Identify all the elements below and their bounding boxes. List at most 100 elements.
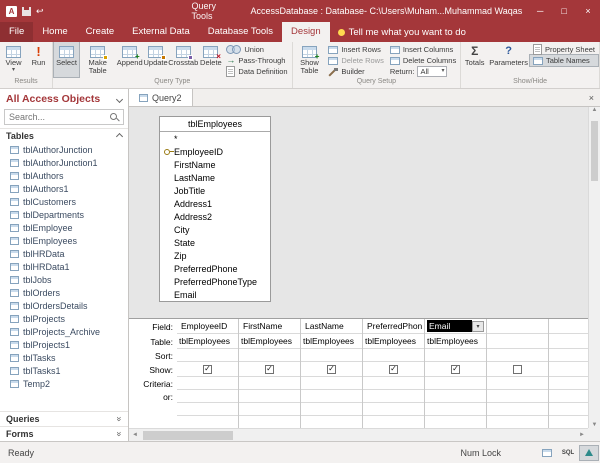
table-cell[interactable]: tblEmployees	[177, 334, 238, 349]
field-list-item[interactable]: Address1	[160, 197, 270, 210]
field-list-item[interactable]: Zip	[160, 249, 270, 262]
field-list-item[interactable]: FirstName	[160, 158, 270, 171]
tell-me-box[interactable]: Tell me what you want to do	[338, 22, 466, 42]
field-cell[interactable]: PreferredPhone	[363, 319, 424, 334]
tab-external-data[interactable]: External Data	[123, 22, 199, 42]
show-checkbox[interactable]	[513, 365, 522, 374]
show-cell[interactable]: ✓	[177, 362, 238, 377]
field-dropdown-button[interactable]: ▾	[472, 321, 484, 332]
criteria-cell[interactable]	[177, 377, 238, 390]
update-button[interactable]: Update	[143, 42, 168, 77]
sort-cell[interactable]	[363, 349, 424, 362]
query-design-surface[interactable]: tblEmployees *EmployeeIDFirstNameLastNam…	[129, 107, 588, 318]
run-button[interactable]: ! Run	[26, 42, 51, 77]
show-table-button[interactable]: + Show Table	[294, 42, 326, 77]
nav-table-item[interactable]: tblJobs	[0, 273, 128, 286]
or-cell[interactable]	[239, 390, 300, 403]
nav-table-item[interactable]: tblProjects	[0, 312, 128, 325]
nav-table-item[interactable]: tblTasks1	[0, 364, 128, 377]
nav-table-item[interactable]: tblOrdersDetails	[0, 299, 128, 312]
nav-table-item[interactable]: Temp2	[0, 377, 128, 390]
sort-cell[interactable]	[301, 349, 362, 362]
empty-cell[interactable]	[425, 416, 486, 428]
close-button[interactable]: ×	[576, 0, 600, 22]
undo-icon[interactable]: ↩	[36, 7, 44, 16]
empty-cell[interactable]	[549, 403, 588, 416]
vertical-scrollbar[interactable]: ▲ ▼	[588, 107, 600, 428]
nav-table-item[interactable]: tblEmployee	[0, 221, 128, 234]
field-cell[interactable]	[487, 319, 548, 334]
empty-cell[interactable]	[363, 416, 424, 428]
app-icon[interactable]: A	[6, 6, 17, 17]
nav-table-item[interactable]: tblTasks	[0, 351, 128, 364]
field-list-card[interactable]: tblEmployees *EmployeeIDFirstNameLastNam…	[159, 116, 271, 302]
nav-table-item[interactable]: tblAuthors1	[0, 182, 128, 195]
criteria-cell[interactable]	[425, 377, 486, 390]
property-sheet-button[interactable]: Property Sheet	[530, 44, 598, 55]
sort-cell[interactable]	[177, 349, 238, 362]
show-cell[interactable]	[549, 362, 588, 377]
field-list-item[interactable]: LastName	[160, 171, 270, 184]
sort-cell[interactable]	[425, 349, 486, 362]
table-names-button[interactable]: Table Names	[530, 55, 598, 66]
show-cell[interactable]: ✓	[425, 362, 486, 377]
scroll-up-button[interactable]: ▲	[592, 107, 598, 113]
minimize-button[interactable]: ─	[528, 0, 552, 22]
union-button[interactable]: Union	[223, 44, 290, 55]
nav-table-item[interactable]: tblCustomers	[0, 195, 128, 208]
tab-design[interactable]: Design	[282, 22, 330, 42]
nav-table-item[interactable]: tblEmployees	[0, 234, 128, 247]
criteria-cell[interactable]	[363, 377, 424, 390]
empty-cell[interactable]	[177, 403, 238, 416]
nav-section-forms[interactable]: Forms »	[0, 426, 128, 441]
make-table-button[interactable]: Make Table	[79, 42, 116, 77]
show-checkbox[interactable]: ✓	[327, 365, 336, 374]
select-query-button[interactable]: Select	[54, 42, 79, 77]
status-view-design-button[interactable]	[579, 445, 599, 461]
nav-table-item[interactable]: tblProjects_Archive	[0, 325, 128, 338]
field-cell[interactable]	[549, 319, 588, 334]
field-list-item[interactable]: *	[160, 132, 270, 145]
view-button[interactable]: View ▾	[1, 42, 26, 77]
sort-cell[interactable]	[487, 349, 548, 362]
crosstab-button[interactable]: Crosstab	[168, 42, 198, 77]
empty-cell[interactable]	[549, 416, 588, 428]
field-list-item[interactable]: Address2	[160, 210, 270, 223]
nav-section-tables[interactable]: Tables	[0, 128, 128, 143]
close-document-button[interactable]: ×	[583, 89, 600, 106]
builder-button[interactable]: Builder	[325, 66, 387, 77]
field-cell[interactable]: Email▾	[425, 319, 486, 334]
scrollbar-thumb[interactable]	[143, 431, 233, 440]
data-definition-button[interactable]: Data Definition	[223, 66, 290, 77]
nav-table-item[interactable]: tblAuthors	[0, 169, 128, 182]
or-cell[interactable]	[363, 390, 424, 403]
nav-table-item[interactable]: tblHRData1	[0, 260, 128, 273]
empty-cell[interactable]	[239, 416, 300, 428]
show-cell[interactable]: ✓	[239, 362, 300, 377]
empty-cell[interactable]	[177, 416, 238, 428]
table-cell[interactable]: tblEmployees	[363, 334, 424, 349]
nav-table-item[interactable]: tblAuthorJunction	[0, 143, 128, 156]
field-list-item[interactable]: State	[160, 236, 270, 249]
criteria-cell[interactable]	[239, 377, 300, 390]
empty-cell[interactable]	[487, 416, 548, 428]
empty-cell[interactable]	[301, 403, 362, 416]
show-checkbox[interactable]: ✓	[451, 365, 460, 374]
table-cell[interactable]: tblEmployees	[239, 334, 300, 349]
show-checkbox[interactable]: ✓	[265, 365, 274, 374]
user-name[interactable]: Muhammad Waqas	[445, 6, 523, 16]
nav-table-item[interactable]: tblProjects1	[0, 338, 128, 351]
sort-cell[interactable]	[549, 349, 588, 362]
or-cell[interactable]	[549, 390, 588, 403]
show-cell[interactable]	[487, 362, 548, 377]
field-cell[interactable]: LastName	[301, 319, 362, 334]
tab-create[interactable]: Create	[77, 22, 124, 42]
or-cell[interactable]	[177, 390, 238, 403]
scroll-right-button[interactable]: ►	[579, 432, 585, 438]
empty-cell[interactable]	[425, 403, 486, 416]
nav-table-item[interactable]: tblDepartments	[0, 208, 128, 221]
document-tab-query2[interactable]: Query2	[129, 89, 193, 106]
status-view-datasheet-button[interactable]	[537, 445, 557, 461]
field-list-item[interactable]: JobTitle	[160, 184, 270, 197]
nav-section-queries[interactable]: Queries »	[0, 411, 128, 426]
